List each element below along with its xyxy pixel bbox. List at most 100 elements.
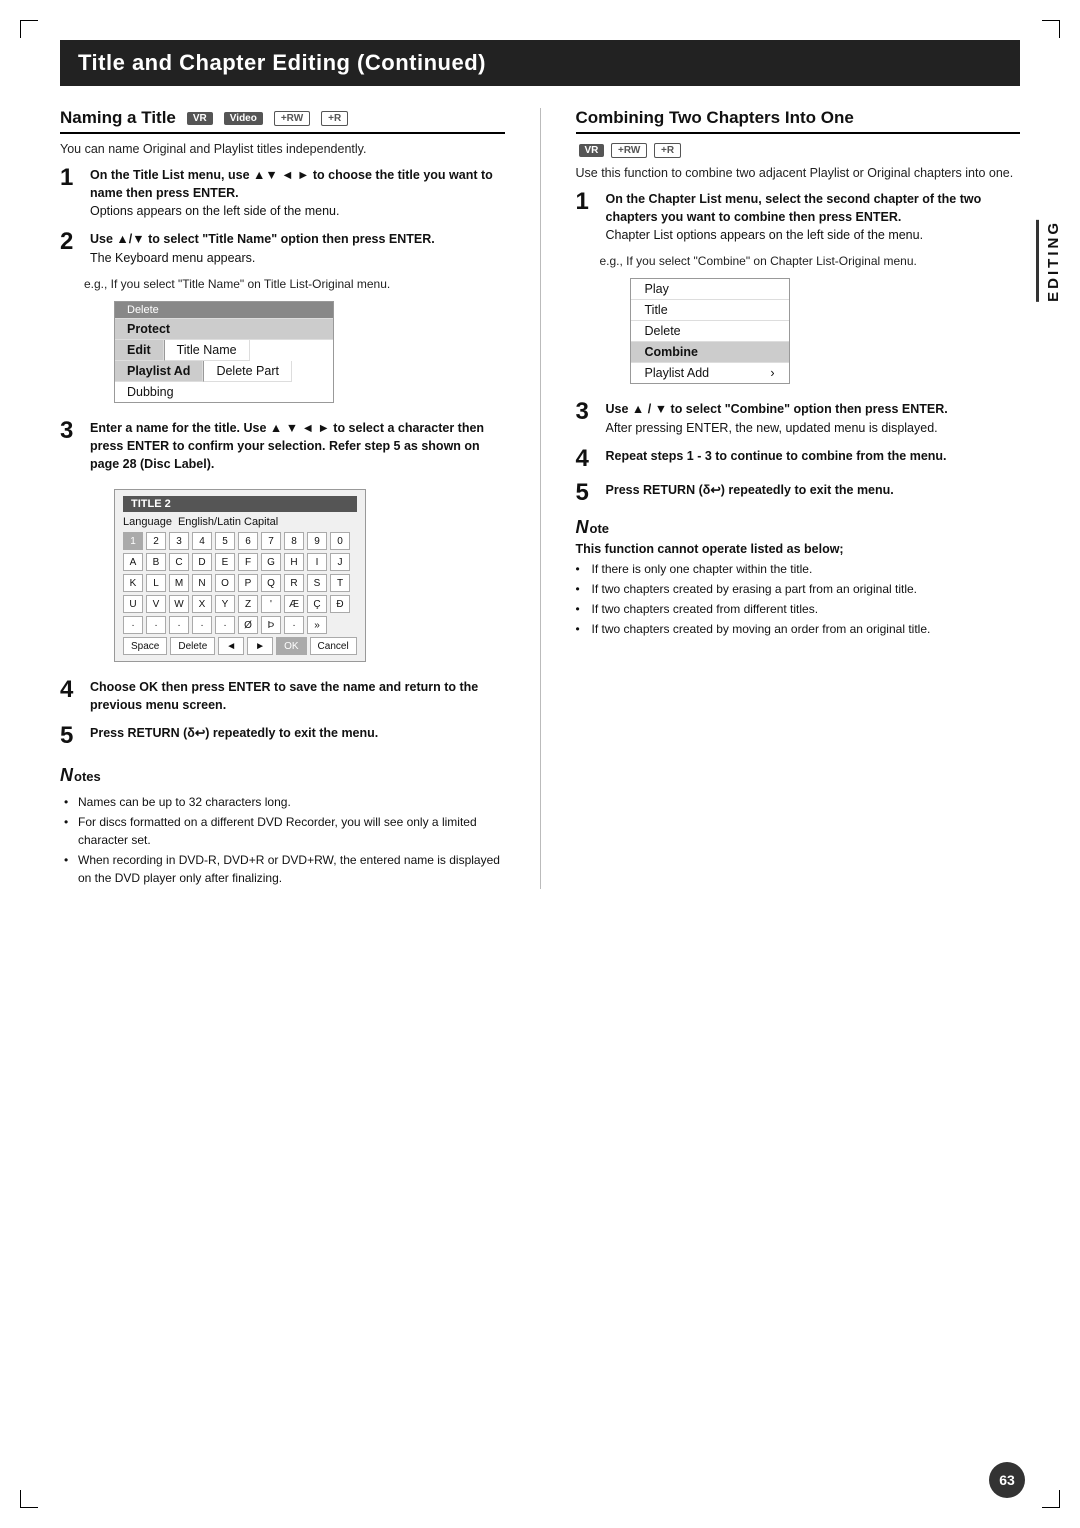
kb-key-0[interactable]: 0: [330, 532, 350, 550]
kb-key-dot[interactable]: ·: [123, 616, 143, 634]
kb-key-E[interactable]: E: [215, 553, 235, 571]
kb-key-9[interactable]: 9: [307, 532, 327, 550]
menu-cell-playlist-ad: Playlist Ad: [115, 361, 203, 382]
step-5-num: 5: [60, 724, 82, 748]
kb-key-S[interactable]: S: [307, 574, 327, 592]
kb-space-key[interactable]: Space: [123, 637, 167, 655]
menu-item-protect: Protect: [115, 319, 333, 340]
step-4-content: Choose OK then press ENTER to save the n…: [90, 678, 505, 714]
kb-key-H[interactable]: H: [284, 553, 304, 571]
kb-key-4[interactable]: 4: [192, 532, 212, 550]
kb-key-R[interactable]: R: [284, 574, 304, 592]
kb-key-thorn[interactable]: Þ: [261, 616, 281, 634]
notes-n-special: N: [60, 762, 73, 789]
note-item-2: • For discs formatted on a different DVD…: [60, 813, 505, 849]
right-step-3-num: 3: [576, 400, 598, 424]
kb-key-dot6[interactable]: ·: [284, 616, 304, 634]
kb-key-1[interactable]: 1: [123, 532, 143, 550]
kb-key-dot5[interactable]: ·: [215, 616, 235, 634]
step-3: 3 Enter a name for the title. Use ▲ ▼ ◄ …: [60, 419, 505, 473]
right-step-5: 5 Press RETURN (δ↩) repeatedly to exit t…: [576, 481, 1021, 505]
kb-key-F[interactable]: F: [238, 553, 258, 571]
note-item-3: • When recording in DVD-R, DVD+R or DVD+…: [60, 851, 505, 887]
step-1: 1 On the Title List menu, use ▲▼ ◄ ► to …: [60, 166, 505, 220]
step-1-content: On the Title List menu, use ▲▼ ◄ ► to ch…: [90, 166, 505, 220]
kb-key-eth[interactable]: Ð: [330, 595, 350, 613]
kb-right-key[interactable]: ►: [247, 637, 273, 655]
step-1-num: 1: [60, 166, 82, 190]
note-right-header: Note: [576, 517, 1021, 538]
kb-key-U[interactable]: U: [123, 595, 143, 613]
kb-key-G[interactable]: G: [261, 553, 281, 571]
kb-key-Z[interactable]: Z: [238, 595, 258, 613]
note-right-item-1: If there is only one chapter within the …: [576, 560, 1021, 578]
kb-key-6[interactable]: 6: [238, 532, 258, 550]
kb-key-ae[interactable]: Æ: [284, 595, 304, 613]
kb-key-dot2[interactable]: ·: [146, 616, 166, 634]
kb-key-P[interactable]: P: [238, 574, 258, 592]
kb-key-A[interactable]: A: [123, 553, 143, 571]
right-step-3-content: Use ▲ / ▼ to select "Combine" option the…: [606, 400, 1021, 436]
step-2: 2 Use ▲/▼ to select "Title Name" option …: [60, 230, 505, 266]
naming-title-label: Naming a Title: [60, 108, 176, 128]
keyboard-lang-value: English/Latin Capital: [178, 516, 278, 528]
kb-key-c-spec[interactable]: Ç: [307, 595, 327, 613]
kb-key-N[interactable]: N: [192, 574, 212, 592]
menu-item-delete-top: Delete: [115, 302, 333, 319]
page-number: 63: [989, 1462, 1025, 1498]
right-badges: VR +RW +R: [576, 142, 1021, 158]
kb-key-O[interactable]: O: [215, 574, 235, 592]
kb-key-3[interactable]: 3: [169, 532, 189, 550]
kb-key-C[interactable]: C: [169, 553, 189, 571]
kb-key-apos[interactable]: ': [261, 595, 281, 613]
kb-key-W[interactable]: W: [169, 595, 189, 613]
kb-key-Q[interactable]: Q: [261, 574, 281, 592]
kb-key-raquo[interactable]: »: [307, 616, 327, 634]
kb-key-oslash[interactable]: Ø: [238, 616, 258, 634]
kb-key-dot3[interactable]: ·: [169, 616, 189, 634]
kb-key-K[interactable]: K: [123, 574, 143, 592]
step-4: 4 Choose OK then press ENTER to save the…: [60, 678, 505, 714]
kb-key-X[interactable]: X: [192, 595, 212, 613]
kb-key-M[interactable]: M: [169, 574, 189, 592]
right-step-1-content: On the Chapter List menu, select the sec…: [606, 190, 1021, 244]
right-step-4-content: Repeat steps 1 - 3 to continue to combin…: [606, 447, 1021, 465]
keyboard-title: TITLE 2: [123, 496, 357, 512]
note-bullet-2: •: [64, 813, 74, 849]
right-step-3: 3 Use ▲ / ▼ to select "Combine" option t…: [576, 400, 1021, 436]
keyboard-row-special: · · · · · Ø Þ · »: [123, 616, 357, 634]
menu-row-edit: Edit Title Name: [115, 340, 333, 361]
note-item-1: • Names can be up to 32 characters long.: [60, 793, 505, 811]
kb-key-Y[interactable]: Y: [215, 595, 235, 613]
note-bullet-3: •: [64, 851, 74, 887]
right-step-5-num: 5: [576, 481, 598, 505]
kb-key-I[interactable]: I: [307, 553, 327, 571]
kb-ok-key[interactable]: OK: [276, 637, 306, 655]
kb-key-5[interactable]: 5: [215, 532, 235, 550]
kb-key-D[interactable]: D: [192, 553, 212, 571]
kb-key-V[interactable]: V: [146, 595, 166, 613]
step-3-num: 3: [60, 419, 82, 443]
right-column: Combining Two Chapters Into One VR +RW +…: [576, 108, 1021, 889]
kb-key-8[interactable]: 8: [284, 532, 304, 550]
step-3-content: Enter a name for the title. Use ▲ ▼ ◄ ► …: [90, 419, 505, 473]
keyboard-row-a: A B C D E F G H I J: [123, 553, 357, 571]
menu-item-right-delete: Delete: [631, 321, 789, 342]
badge-plusr: +R: [321, 111, 348, 126]
kb-left-key[interactable]: ◄: [218, 637, 244, 655]
kb-key-T[interactable]: T: [330, 574, 350, 592]
kb-key-dot4[interactable]: ·: [192, 616, 212, 634]
keyboard-row-k: K L M N O P Q R S T: [123, 574, 357, 592]
kb-delete-key[interactable]: Delete: [170, 637, 215, 655]
kb-key-7[interactable]: 7: [261, 532, 281, 550]
combining-chapters-header: Combining Two Chapters Into One: [576, 108, 1021, 134]
menu-box-left: Delete Protect Edit Title Name Playlist …: [114, 301, 334, 403]
notes-otes: otes: [74, 767, 101, 787]
kb-key-2[interactable]: 2: [146, 532, 166, 550]
notes-section-left: Notes • Names can be up to 32 characters…: [60, 762, 505, 887]
kb-key-J[interactable]: J: [330, 553, 350, 571]
left-column: Naming a Title VR Video +RW +R You can n…: [60, 108, 505, 889]
kb-key-B[interactable]: B: [146, 553, 166, 571]
kb-key-L[interactable]: L: [146, 574, 166, 592]
kb-cancel-key[interactable]: Cancel: [310, 637, 357, 655]
